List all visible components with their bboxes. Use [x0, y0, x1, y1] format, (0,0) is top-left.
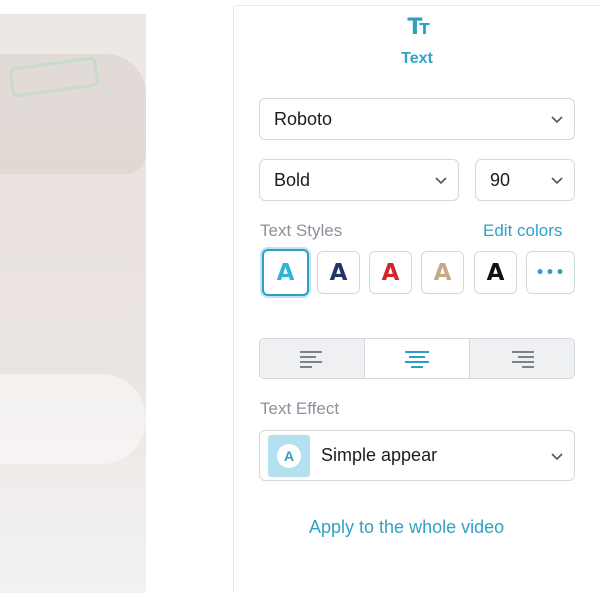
apply-whole-video-link[interactable]: Apply to the whole video: [309, 517, 504, 538]
text-effect-select[interactable]: A Simple appear: [259, 430, 575, 481]
chevron-down-icon: [551, 453, 563, 461]
font-size-select[interactable]: 90: [475, 159, 575, 201]
text-style-option[interactable]: A: [474, 251, 517, 294]
editor-root: TT Text Roboto Bold 90 Text Styles Edit …: [0, 0, 600, 593]
alignment-group: [259, 338, 575, 379]
edit-colors-link[interactable]: Edit colors: [483, 221, 562, 241]
align-center-icon: [405, 350, 429, 368]
text-style-glyph: A: [329, 259, 348, 286]
effect-thumb-glyph: A: [277, 444, 301, 468]
font-family-select[interactable]: Roboto: [259, 98, 575, 140]
panel-header: TT Text: [385, 16, 449, 68]
text-tt-icon: TT: [407, 15, 429, 40]
align-left-button[interactable]: [260, 339, 364, 378]
font-weight-value: Bold: [274, 169, 311, 190]
preview-shape: [0, 374, 146, 464]
font-weight-select[interactable]: Bold: [259, 159, 459, 201]
chevron-down-icon: [551, 116, 563, 124]
more-styles-button[interactable]: •••: [526, 251, 575, 294]
text-style-option[interactable]: A: [317, 251, 360, 294]
text-style-option[interactable]: A: [262, 249, 309, 296]
font-family-value: Roboto: [274, 108, 333, 129]
video-preview[interactable]: [0, 14, 146, 593]
more-dots-icon: •••: [535, 264, 566, 281]
text-style-glyph: A: [381, 259, 400, 286]
align-center-button[interactable]: [364, 339, 470, 378]
text-styles-label: Text Styles: [260, 221, 343, 240]
align-left-icon: [300, 350, 322, 368]
text-style-option[interactable]: A: [369, 251, 412, 294]
align-right-icon: [512, 350, 534, 368]
text-effect-value: Simple appear: [321, 445, 438, 465]
text-style-glyph: A: [486, 259, 505, 286]
align-right-button[interactable]: [470, 339, 574, 378]
canvas-gap: [146, 0, 233, 593]
text-effect-label: Text Effect: [260, 399, 340, 418]
panel-title: Text: [401, 50, 433, 67]
panel-divider: [233, 6, 234, 593]
panel-top-border: [234, 5, 600, 6]
chevron-down-icon: [551, 177, 563, 185]
chevron-down-icon: [435, 177, 447, 185]
effect-thumbnail: A: [268, 435, 310, 477]
text-style-option[interactable]: A: [421, 251, 464, 294]
text-style-glyph: A: [433, 259, 452, 286]
font-size-value: 90: [490, 169, 511, 190]
text-style-glyph: A: [276, 259, 295, 286]
